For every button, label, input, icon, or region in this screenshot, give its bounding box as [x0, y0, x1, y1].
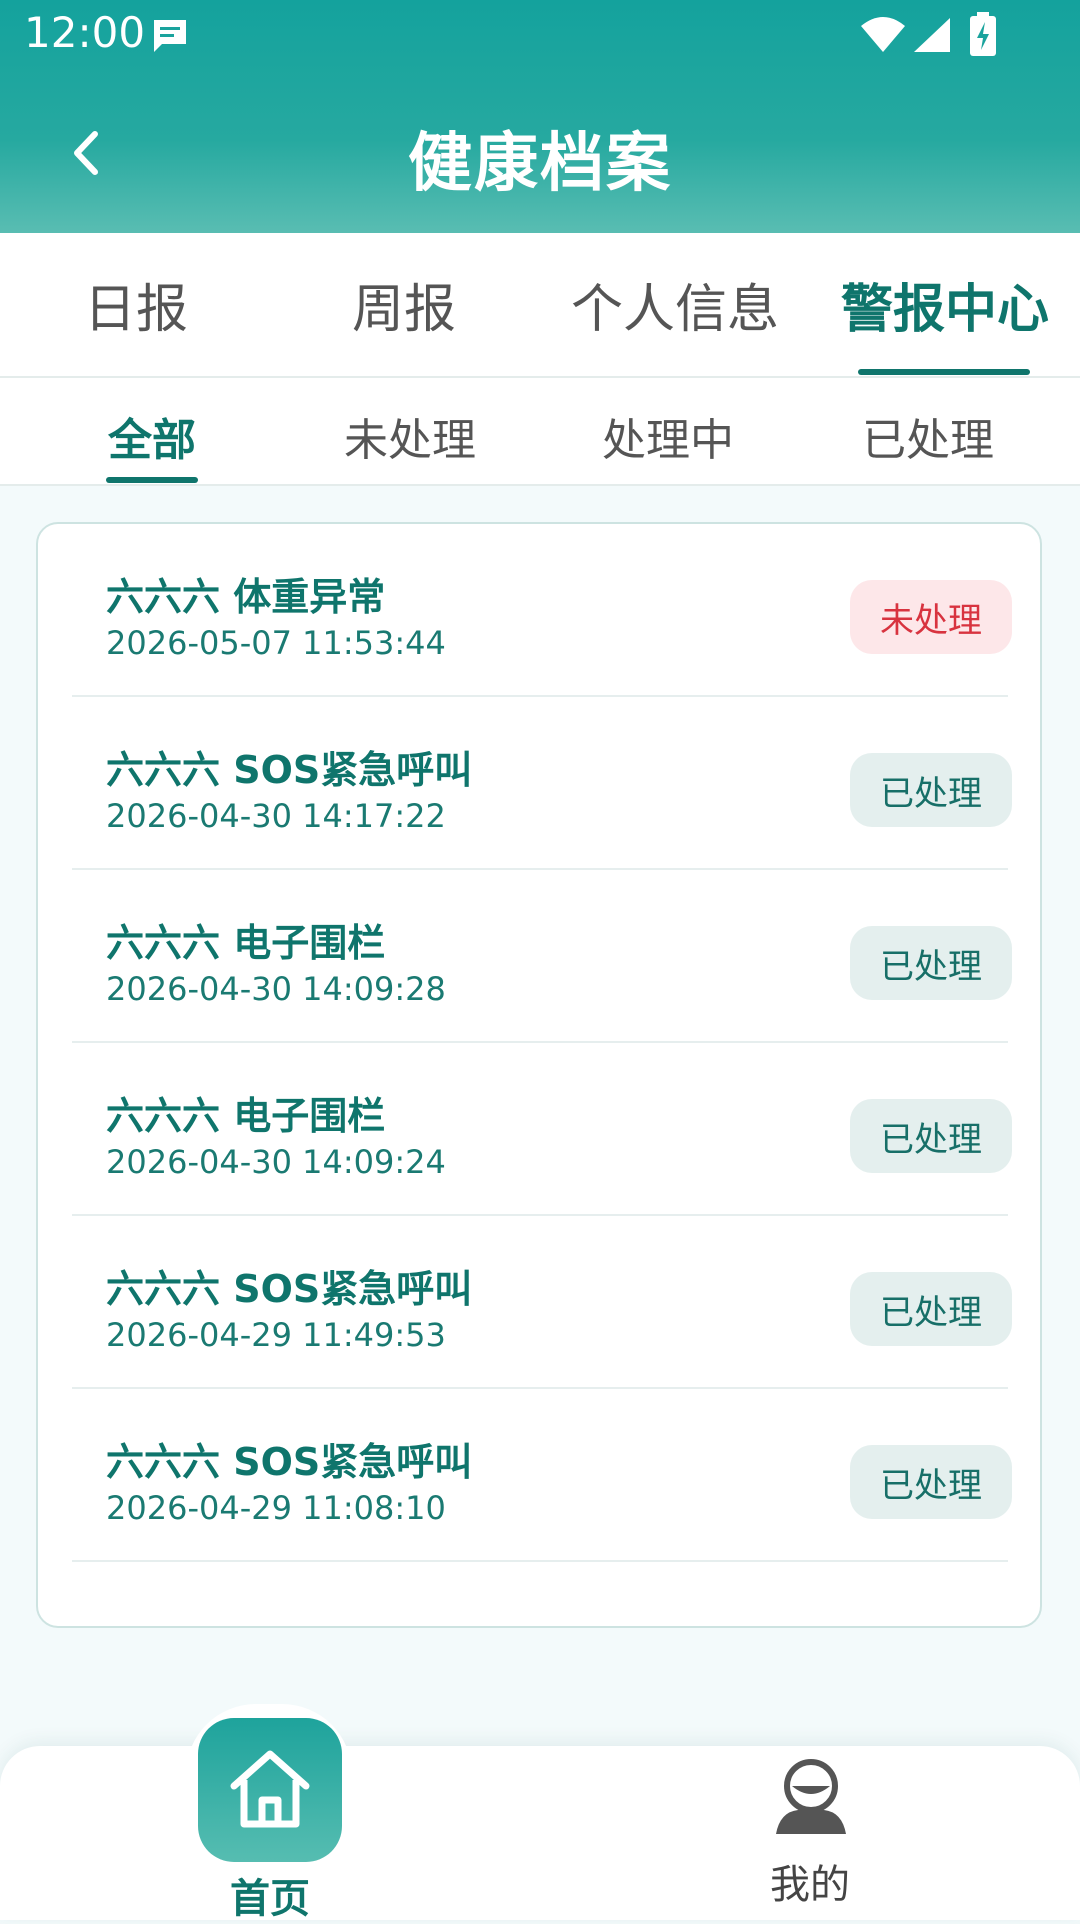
alarm-list-item[interactable]: 六六六 电子围栏 2026-04-30 14:09:24 已处理 [72, 1043, 1012, 1216]
signal-icon [914, 18, 950, 52]
alarm-list: 六六六 体重异常 2026-05-07 11:53:44 未处理 六六六 SOS… [36, 522, 1042, 1628]
user-avatar-icon[interactable] [770, 1756, 852, 1838]
status-bar: 12:00 [0, 0, 1080, 80]
sub-tab-active-indicator [106, 477, 198, 483]
alarm-list-item[interactable]: 六六六 电子围栏 2026-04-30 14:09:28 已处理 [72, 870, 1012, 1043]
status-badge: 已处理 [850, 1099, 1012, 1173]
bottom-nav [0, 1746, 1080, 1920]
alarm-time: 2026-04-30 14:09:28 [106, 970, 446, 1008]
sub-tabs: 全部 未处理 处理中 已处理 [0, 378, 1080, 486]
alarm-title: 六六六 电子围栏 [106, 921, 386, 965]
alarm-title: 六六六 SOS紧急呼叫 [106, 1440, 473, 1484]
alarm-time: 2026-04-29 11:08:10 [106, 1489, 446, 1527]
main-tabs: 日报 周报 个人信息 警报中心 [0, 233, 1080, 378]
wifi-icon [861, 17, 905, 52]
home-nav-label[interactable]: 首页 [198, 1866, 342, 1924]
alarm-title: 六六六 电子围栏 [106, 1094, 386, 1138]
alarm-list-item[interactable]: 六六六 SOS紧急呼叫 2026-04-30 14:17:22 已处理 [72, 697, 1012, 870]
subtab-unprocessed[interactable]: 未处理 [320, 404, 500, 466]
subtab-processing[interactable]: 处理中 [578, 404, 758, 466]
subtab-processed[interactable]: 已处理 [838, 404, 1018, 466]
home-icon [230, 1750, 310, 1828]
page-title: 健康档案 [408, 127, 672, 201]
app-header: 12:00 健康档案 [0, 0, 1080, 233]
alarm-time: 2026-04-29 11:49:53 [106, 1316, 446, 1354]
main-tab-active-indicator [858, 369, 1030, 375]
alarm-title: 六六六 体重异常 [106, 575, 386, 619]
alarm-list-item[interactable]: 六六六 体重异常 2026-05-07 11:53:44 未处理 [72, 524, 1012, 697]
alarm-title: 六六六 SOS紧急呼叫 [106, 1267, 473, 1311]
status-time: 12:00 [24, 8, 146, 57]
alarm-time: 2026-04-30 14:09:24 [106, 1143, 446, 1181]
subtab-all[interactable]: 全部 [62, 404, 242, 466]
battery-charging-icon [970, 12, 996, 56]
tab-weekly-report[interactable]: 周报 [298, 267, 510, 347]
alarm-time: 2026-04-30 14:17:22 [106, 797, 446, 835]
status-badge: 已处理 [850, 753, 1012, 827]
mine-nav-label[interactable]: 我的 [730, 1852, 890, 1910]
tab-personal-info[interactable]: 个人信息 [560, 267, 790, 347]
status-badge: 已处理 [850, 1272, 1012, 1346]
tab-daily-report[interactable]: 日报 [30, 267, 242, 347]
alarm-time: 2026-05-07 11:53:44 [106, 624, 446, 662]
message-icon [154, 20, 186, 52]
alarm-title: 六六六 SOS紧急呼叫 [106, 748, 473, 792]
status-badge: 未处理 [850, 580, 1012, 654]
home-nav-button[interactable] [198, 1718, 342, 1862]
status-badge: 已处理 [850, 926, 1012, 1000]
status-badge: 已处理 [850, 1445, 1012, 1519]
tab-alarm-center[interactable]: 警报中心 [830, 267, 1060, 347]
alarm-list-item[interactable]: 六六六 SOS紧急呼叫 2026-04-29 11:49:53 已处理 [72, 1216, 1012, 1389]
alarm-list-item[interactable]: 六六六 SOS紧急呼叫 2026-04-29 11:08:10 已处理 [72, 1389, 1012, 1562]
